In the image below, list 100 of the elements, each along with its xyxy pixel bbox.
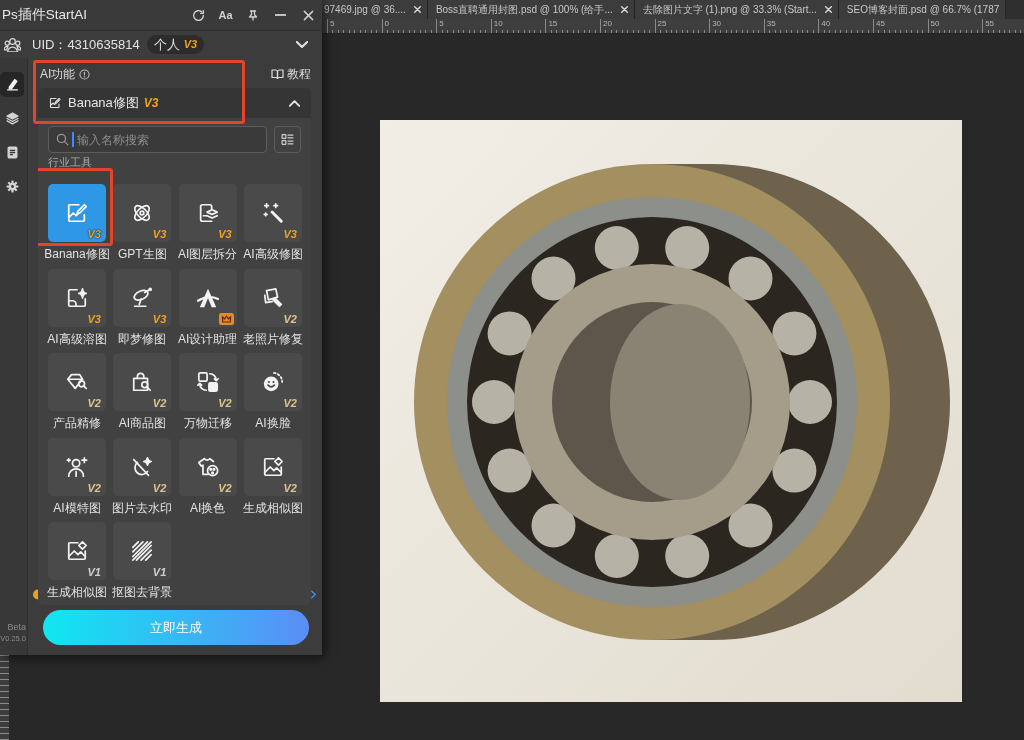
document-tab[interactable]: Boss直聘通用封图.psd @ 100% (给手... [427, 0, 635, 19]
bag-search-icon [131, 371, 154, 393]
settings-icon[interactable] [5, 180, 19, 193]
ruler-label: 35 [765, 19, 777, 29]
tool-button[interactable]: V2 [244, 353, 302, 411]
users-icon [4, 37, 21, 52]
list-icon[interactable] [281, 133, 294, 146]
info-icon[interactable] [79, 68, 91, 80]
swap-arrows-icon [196, 371, 219, 393]
view-toggle-button[interactable] [274, 126, 301, 153]
tool-button[interactable]: V1 [113, 522, 172, 580]
version-label: V3 [87, 228, 101, 240]
tool-button[interactable]: V2 [244, 268, 302, 327]
search-field[interactable]: 输入名称搜索 [48, 126, 267, 153]
close-icon[interactable] [620, 6, 628, 13]
tool-button[interactable]: V2 [244, 437, 302, 496]
tool-button[interactable]: V3 [244, 184, 302, 242]
image-pen-icon[interactable] [49, 97, 61, 109]
close-icon[interactable] [302, 9, 314, 21]
feature-selector[interactable]: Banana修图 V3 [38, 88, 311, 118]
book-icon[interactable] [271, 68, 284, 80]
crossed-drop-icon [131, 455, 154, 478]
shirt-palette-icon [196, 455, 219, 478]
tool-button[interactable]: V3 [48, 268, 106, 327]
version-label: V2 [218, 397, 232, 409]
ruler-label: 10 [492, 19, 504, 29]
document-tab[interactable]: 97469.jpg @ 36.... [322, 0, 428, 19]
smiley-icon [262, 371, 284, 393]
panel-title: Ps插件StartAI [2, 5, 88, 24]
document-icon[interactable] [5, 146, 19, 159]
tool-button[interactable]: V2 [178, 353, 237, 411]
document-tab[interactable]: SEO博客封面.psd @ 66.7% (1787 [838, 0, 1007, 19]
tool-button[interactable]: V2 [178, 437, 237, 496]
ruler-label: 20 [601, 19, 613, 29]
tool-button[interactable]: V3 [113, 184, 172, 242]
tool-button[interactable]: V2 [48, 353, 106, 411]
tool-button[interactable]: V3 [113, 268, 172, 327]
font-size-button[interactable]: Aa [214, 4, 237, 26]
ruler-label: 45 [874, 19, 886, 29]
tool-name: 老照片修复 [243, 331, 303, 347]
search-icon[interactable] [56, 133, 69, 146]
pin-icon[interactable] [247, 8, 259, 22]
ruler-label: 0 [383, 19, 391, 29]
image-pen-icon [66, 202, 88, 224]
ruler-label: 50 [929, 19, 941, 29]
image-sparkle-icon [262, 455, 284, 478]
section-title: AI功能 [40, 66, 76, 83]
tool-button[interactable]: V2 [113, 353, 172, 411]
ruler-label: 5 [329, 19, 336, 29]
ruler-label: 5 [438, 19, 445, 29]
ruler-label: 25 [656, 19, 668, 29]
group-title: 行业工具 [48, 156, 93, 168]
version-label: V2 [87, 397, 101, 409]
version-label: V3 [218, 228, 232, 240]
pen-icon[interactable] [5, 78, 19, 91]
tool-name: AI图层拆分 [178, 247, 238, 262]
user-id: UID：4310635814 [32, 35, 140, 54]
tool-button[interactable]: V2 [48, 437, 106, 496]
image-sparkle-icon [66, 540, 88, 562]
tool-button[interactable]: V3 [178, 184, 237, 242]
tool-name: 即梦修图 [118, 331, 167, 347]
ruler-label: 40 [820, 19, 832, 29]
version-label: V3 [152, 228, 167, 240]
close-icon[interactable] [413, 6, 421, 13]
tool-name: AI换脸 [255, 416, 291, 431]
version-label: V1 [152, 566, 167, 578]
version-label: V2 [283, 397, 297, 409]
tool-button[interactable]: V1 [48, 522, 106, 580]
version-label: V1 [87, 566, 101, 578]
tool-name: 生成相似图 [47, 585, 107, 600]
tool-name: AI模特图 [53, 500, 101, 516]
person-sparkle-icon [66, 455, 88, 478]
tutorial-link[interactable]: 教程 [271, 65, 311, 83]
ruler-label: 30 [711, 19, 723, 29]
sidebar-tab[interactable] [0, 72, 24, 97]
version-label: V3 [87, 312, 101, 325]
tool-name: Banana修图 [44, 247, 110, 262]
ruler-label: 15 [547, 19, 559, 29]
chevron-up-icon[interactable] [289, 99, 300, 107]
tool-name: 图片去水印 [112, 500, 173, 516]
tool-name: AI设计助理 [178, 331, 238, 347]
version-label: V2 [283, 481, 297, 494]
version-label: V2 [283, 312, 297, 325]
close-icon[interactable] [824, 6, 832, 13]
layers-icon[interactable] [5, 112, 19, 125]
brush-photo-icon [262, 286, 284, 309]
version-label: V3 [283, 228, 297, 240]
tool-name: GPT生图 [118, 247, 167, 262]
chevron-down-icon[interactable] [296, 41, 308, 48]
chevron-right-icon[interactable] [311, 590, 316, 599]
document-tab[interactable]: 去除图片文字 (1).png @ 33.3% (Start... [634, 0, 839, 19]
version-label: V2 [152, 481, 167, 494]
version-label: V2 [152, 397, 167, 409]
tool-button[interactable]: V2 [113, 437, 172, 496]
version-label: V2 [218, 481, 232, 494]
magic-wand-icon [262, 202, 284, 224]
tool-name: 万物迁移 [183, 416, 232, 431]
tool-button[interactable] [178, 268, 237, 327]
version-label: V2 [87, 481, 101, 494]
square-sparkle-icon [66, 286, 88, 309]
